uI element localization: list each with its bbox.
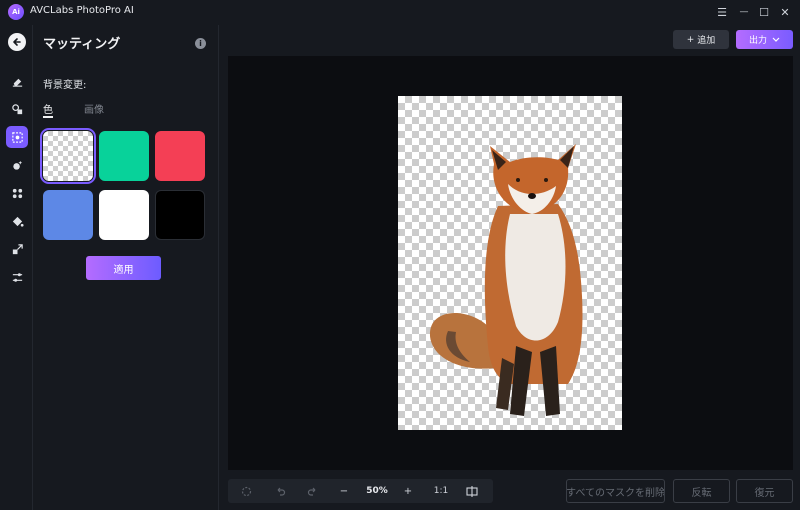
close-button[interactable]: ✕ bbox=[776, 3, 794, 21]
adjust-sliders-icon bbox=[12, 272, 22, 282]
upscale-icon bbox=[12, 243, 23, 254]
rail-eraser[interactable] bbox=[6, 70, 28, 92]
title-bar: Ai AVCLabs PhotoPro AI ☰ — ☐ ✕ bbox=[0, 0, 800, 25]
info-icon[interactable]: i bbox=[195, 38, 206, 49]
maximize-button[interactable]: ☐ bbox=[755, 3, 773, 21]
menu-icon: ☰ bbox=[717, 5, 727, 19]
apply-button[interactable]: 適用 bbox=[86, 256, 161, 280]
close-icon: ✕ bbox=[780, 5, 790, 19]
compare-button[interactable] bbox=[464, 483, 480, 499]
fox-image bbox=[429, 144, 583, 416]
export-label: 出力 bbox=[748, 36, 767, 46]
rail-fill[interactable] bbox=[6, 210, 28, 232]
minimize-icon: — bbox=[739, 7, 749, 17]
redo-icon bbox=[307, 487, 315, 496]
swatch-transparent[interactable] bbox=[40, 128, 96, 184]
rail-face-enhance[interactable] bbox=[6, 154, 28, 176]
swatch-black[interactable] bbox=[155, 190, 205, 240]
export-button[interactable]: 出力 bbox=[736, 30, 793, 49]
zoom-level: 50% bbox=[366, 486, 388, 496]
matting-panel: マッティング i 背景変更: 色 画像 適用 bbox=[33, 25, 219, 510]
panel-title: マッティング bbox=[43, 37, 121, 52]
main-area: + 追加 出力 − 50% + 1:1 すべてのマスクを削除 反転 復元 bbox=[220, 25, 800, 510]
fill-bucket-icon bbox=[12, 216, 24, 227]
redo-button[interactable] bbox=[304, 483, 320, 499]
swatch-green[interactable] bbox=[99, 131, 149, 181]
eraser-icon bbox=[12, 78, 22, 87]
undo-icon bbox=[277, 487, 285, 496]
swatch-red[interactable] bbox=[155, 131, 205, 181]
face-enhance-icon bbox=[12, 160, 22, 170]
swatch-white[interactable] bbox=[99, 190, 149, 240]
tab-image[interactable]: 画像 bbox=[84, 101, 104, 116]
restore-button[interactable]: 復元 bbox=[736, 479, 793, 503]
selection-tool-button[interactable] bbox=[238, 483, 254, 499]
dashed-circle-icon bbox=[241, 486, 251, 496]
rail-effects[interactable] bbox=[6, 182, 28, 204]
minimize-button[interactable]: — bbox=[735, 3, 753, 21]
rail-object-replace[interactable] bbox=[6, 98, 28, 120]
matting-icon bbox=[11, 131, 23, 143]
tab-color[interactable]: 色 bbox=[43, 101, 53, 118]
add-label: 追加 bbox=[697, 36, 716, 46]
app-title: AVCLabs PhotoPro AI bbox=[30, 5, 134, 16]
delete-all-masks-button[interactable]: すべてのマスクを削除 bbox=[566, 479, 665, 503]
swatch-blue[interactable] bbox=[43, 190, 93, 240]
back-button[interactable] bbox=[8, 33, 26, 51]
actual-size-button[interactable]: 1:1 bbox=[430, 483, 452, 499]
undo-button[interactable] bbox=[272, 483, 288, 499]
zoom-in-button[interactable]: + bbox=[400, 483, 416, 499]
maximize-icon: ☐ bbox=[759, 5, 769, 19]
rail-matting[interactable] bbox=[6, 126, 28, 148]
background-change-label: 背景変更: bbox=[43, 80, 87, 91]
menu-button[interactable]: ☰ bbox=[713, 3, 731, 21]
rail-adjust[interactable] bbox=[6, 266, 28, 288]
zoom-out-button[interactable]: − bbox=[336, 483, 352, 499]
arrow-left-icon bbox=[13, 38, 21, 46]
tool-rail bbox=[0, 25, 33, 510]
image-preview bbox=[398, 96, 622, 430]
app-logo: Ai bbox=[8, 4, 24, 20]
effects-icon bbox=[12, 188, 22, 198]
image-canvas[interactable] bbox=[228, 56, 793, 470]
object-replace-icon bbox=[11, 103, 22, 114]
add-button[interactable]: + 追加 bbox=[673, 30, 729, 49]
plus-icon: + bbox=[686, 34, 695, 45]
compare-icon bbox=[466, 485, 478, 497]
invert-button[interactable]: 反転 bbox=[673, 479, 730, 503]
chevron-down-icon bbox=[772, 37, 780, 42]
zoom-toolbar: − 50% + 1:1 bbox=[228, 479, 493, 503]
rail-upscale[interactable] bbox=[6, 238, 28, 260]
